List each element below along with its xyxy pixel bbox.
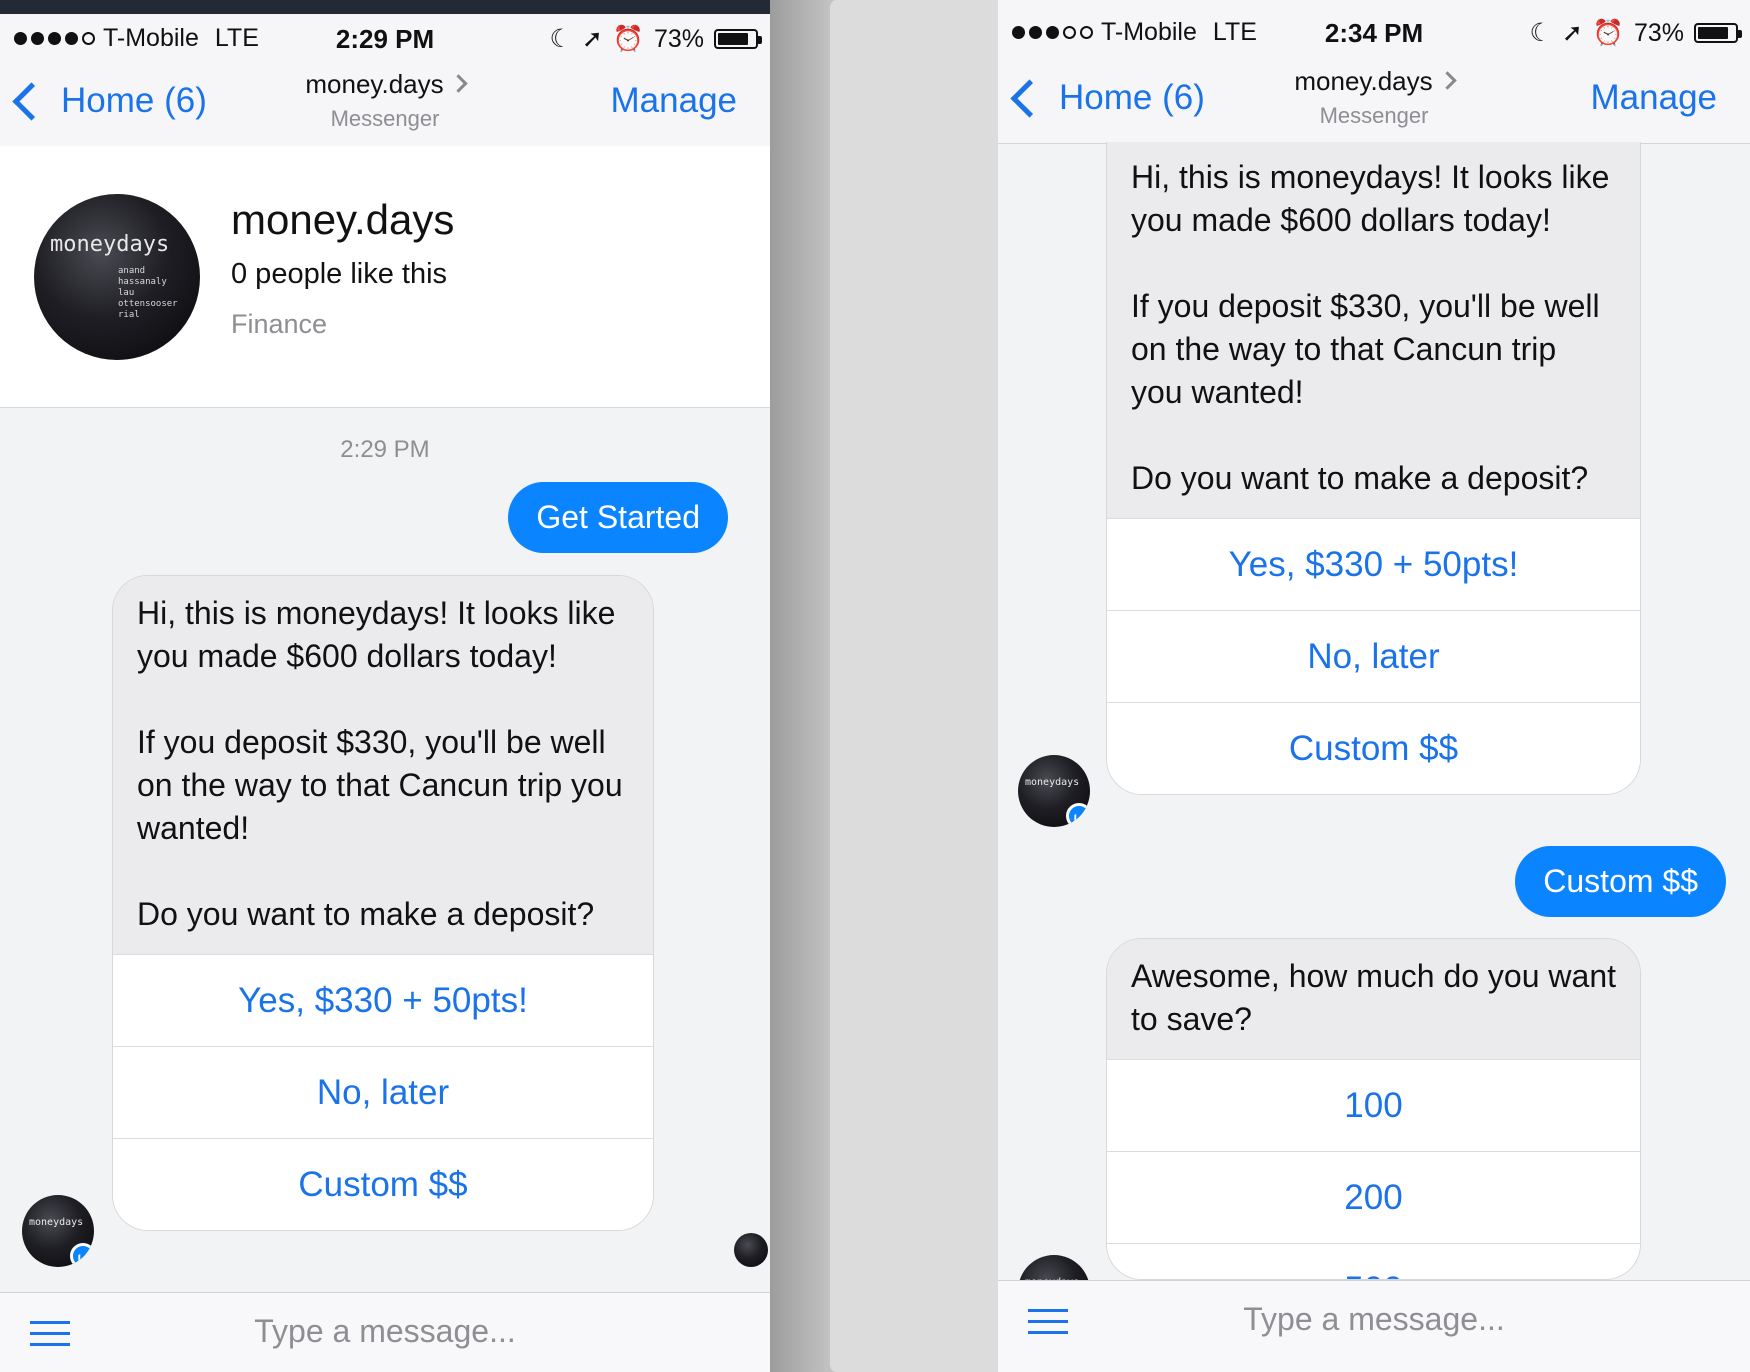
avatar-logo-text: moneydays (50, 232, 170, 257)
messenger-badge-icon (70, 1243, 94, 1267)
avatar[interactable]: moneydays anand hassanaly lau ottensoose… (34, 194, 200, 360)
profile-likes: 0 people like this (231, 258, 448, 290)
quick-reply-button[interactable]: 100 (1107, 1059, 1640, 1151)
top-edge (0, 0, 770, 14)
read-receipt-avatar (734, 1233, 768, 1267)
bot-avatar-text: moneydays (29, 1217, 84, 1228)
alarm-icon: ⏰ (612, 24, 644, 53)
battery-percent: 73% (1633, 18, 1684, 47)
bot-avatar-text: moneydays (1025, 777, 1080, 788)
quick-reply-button[interactable]: No, later (113, 1046, 653, 1138)
battery-icon (714, 29, 762, 49)
quick-reply-button[interactable]: Yes, $330 + 50pts! (1107, 518, 1640, 610)
moon-icon: ☾ (549, 25, 572, 53)
bot-avatar[interactable]: moneydays (22, 1195, 94, 1267)
quick-reply-button[interactable]: 200 (1107, 1151, 1640, 1243)
bot-message-text: Hi, this is moneydays! It looks like you… (1107, 142, 1640, 518)
composer-bar: Type a message... (998, 1280, 1750, 1372)
chevron-right-icon (448, 74, 468, 93)
battery-percent: 73% (653, 24, 704, 53)
avatar-subtext: anand hassanaly lau ottensooser rial (118, 266, 178, 320)
profile-info: money.days 0 people like this Finance (231, 196, 454, 340)
sent-message-bubble: Custom $$ (1515, 846, 1726, 917)
status-bar: T-Mobile LTE 2:34 PM ☾ ➚ ⏰ 73% (998, 0, 1750, 66)
quick-reply-button[interactable]: Custom $$ (1107, 702, 1640, 794)
quick-reply-button[interactable]: Yes, $330 + 50pts! (113, 954, 653, 1046)
message-input[interactable]: Type a message... (998, 1301, 1750, 1338)
quick-reply-button[interactable]: No, later (1107, 610, 1640, 702)
status-right: ☾ ➚ ⏰ 73% (549, 24, 762, 54)
bot-message-text: Hi, this is moneydays! It looks like you… (113, 576, 653, 954)
bot-avatar[interactable]: moneydays (1018, 755, 1090, 827)
left-screenshot: T-Mobile LTE 2:29 PM ☾ ➚ ⏰ 73% Home (6) … (0, 0, 770, 1372)
nav-bar: Home (6) money.days Messenger Manage (0, 69, 770, 147)
page-title: money.days (1294, 66, 1433, 96)
profile-header: moneydays anand hassanaly lau ottensoose… (0, 146, 770, 408)
quick-reply-button[interactable]: 500 (1107, 1243, 1640, 1279)
bot-message-card: Hi, this is moneydays! It looks like you… (112, 575, 654, 1231)
messenger-badge-icon (1066, 803, 1090, 827)
profile-name: money.days (231, 196, 455, 243)
quick-reply-button[interactable]: Custom $$ (113, 1138, 653, 1230)
chevron-right-icon (1437, 71, 1457, 90)
message-input[interactable]: Type a message... (0, 1313, 770, 1350)
manage-button[interactable]: Manage (611, 81, 737, 121)
moon-icon: ☾ (1529, 19, 1552, 47)
composer-bar: Type a message... (0, 1292, 770, 1372)
status-right: ☾ ➚ ⏰ 73% (1529, 18, 1742, 48)
battery-icon (1694, 23, 1742, 43)
profile-category: Finance (231, 309, 328, 339)
alarm-icon: ⏰ (1592, 18, 1624, 47)
sent-message-bubble: Get Started (508, 482, 728, 553)
manage-button[interactable]: Manage (1591, 78, 1717, 118)
location-icon: ➚ (581, 25, 603, 53)
message-timestamp: 2:29 PM (340, 436, 430, 463)
page-title: money.days (305, 69, 444, 99)
background-window-edge (828, 0, 1000, 1372)
bot-message-card: Awesome, how much do you want to save? 1… (1106, 938, 1641, 1280)
location-icon: ➚ (1561, 19, 1583, 47)
bot-message-text: Awesome, how much do you want to save? (1107, 939, 1640, 1059)
nav-bar: Home (6) money.days Messenger Manage (998, 66, 1750, 144)
bot-message-card: Hi, this is moneydays! It looks like you… (1106, 142, 1641, 795)
right-screenshot: T-Mobile LTE 2:34 PM ☾ ➚ ⏰ 73% Home (6) … (998, 0, 1750, 1372)
status-bar: T-Mobile LTE 2:29 PM ☾ ➚ ⏰ 73% (0, 14, 770, 69)
